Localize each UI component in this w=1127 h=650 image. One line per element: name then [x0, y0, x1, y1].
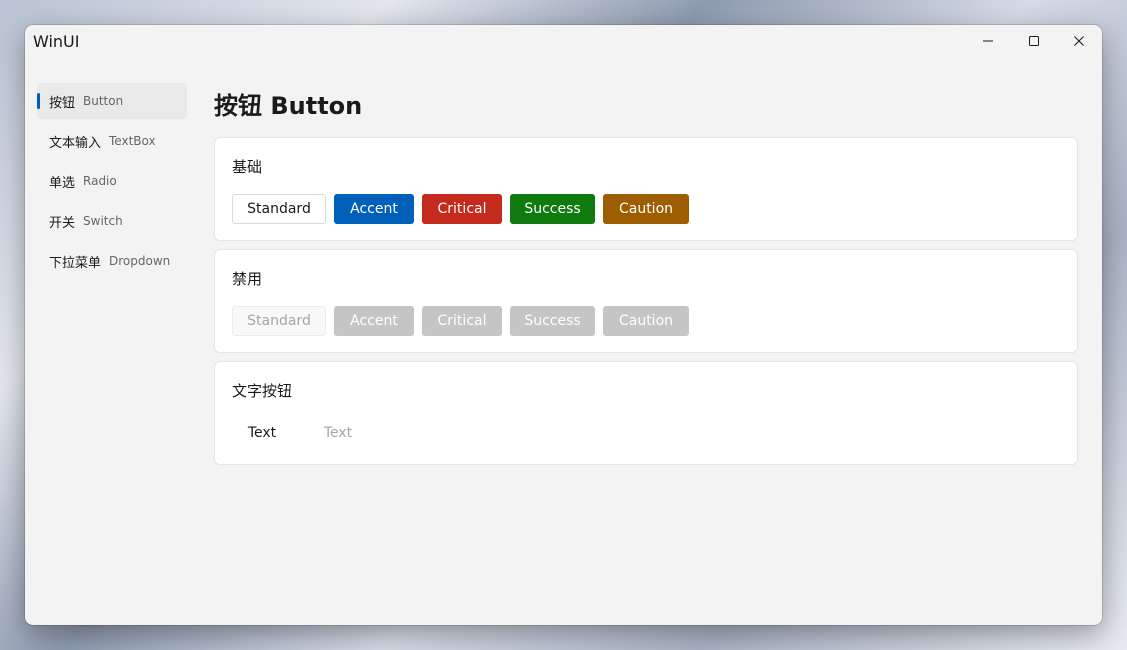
- sidebar: 按钮 Button 文本输入 TextBox 单选 Radio 开关 Switc…: [37, 83, 187, 283]
- sidebar-item-label: 单选: [49, 175, 76, 191]
- close-button[interactable]: [1056, 25, 1102, 57]
- section-title: 文字按钮: [232, 382, 293, 400]
- selection-indicator: [37, 93, 40, 109]
- sidebar-item-sublabel: Button: [83, 94, 124, 108]
- success-button[interactable]: Success: [510, 194, 595, 224]
- button-row: Standard Accent Critical Success Caution: [232, 306, 689, 336]
- sidebar-item-radio[interactable]: 单选 Radio: [37, 163, 187, 199]
- maximize-icon: [1029, 36, 1039, 46]
- minimize-icon: [983, 40, 993, 42]
- critical-button[interactable]: Critical: [422, 194, 502, 224]
- accent-button[interactable]: Accent: [334, 194, 414, 224]
- caution-button-disabled: Caution: [603, 306, 689, 336]
- sidebar-item-button[interactable]: 按钮 Button: [37, 83, 187, 119]
- close-icon: [1074, 36, 1084, 46]
- sidebar-item-sublabel: TextBox: [109, 134, 156, 148]
- sidebar-item-sublabel: Switch: [83, 214, 123, 228]
- critical-button-disabled: Critical: [422, 306, 502, 336]
- text-buttons-card: 文字按钮 Text Text: [214, 361, 1078, 465]
- basic-buttons-card: 基础 Standard Accent Critical Success Caut…: [214, 137, 1078, 241]
- sidebar-item-label: 按钮: [49, 95, 76, 111]
- app-title: WinUI: [33, 32, 80, 51]
- minimize-button[interactable]: [965, 25, 1011, 57]
- main-content: 按钮 Button 基础 Standard Accent Critical Su…: [214, 87, 1078, 465]
- sidebar-item-dropdown[interactable]: 下拉菜单 Dropdown: [37, 243, 187, 279]
- maximize-button[interactable]: [1011, 25, 1057, 57]
- caution-button[interactable]: Caution: [603, 194, 689, 224]
- sidebar-item-textbox[interactable]: 文本输入 TextBox: [37, 123, 187, 159]
- success-button-disabled: Success: [510, 306, 595, 336]
- standard-button-disabled: Standard: [232, 306, 326, 336]
- sidebar-item-sublabel: Radio: [83, 174, 117, 188]
- sidebar-item-sublabel: Dropdown: [109, 254, 171, 268]
- accent-button-disabled: Accent: [334, 306, 414, 336]
- page-title: 按钮 Button: [214, 92, 363, 120]
- text-button[interactable]: Text: [232, 418, 292, 448]
- section-title: 禁用: [232, 270, 263, 288]
- sidebar-item-label: 开关: [49, 215, 76, 231]
- disabled-buttons-card: 禁用 Standard Accent Critical Success Caut…: [214, 249, 1078, 353]
- button-row: Standard Accent Critical Success Caution: [232, 194, 689, 224]
- title-bar[interactable]: WinUI: [25, 25, 1102, 57]
- sidebar-item-label: 文本输入: [49, 135, 102, 151]
- text-button-disabled: Text: [323, 425, 353, 441]
- button-row: Text Text: [232, 418, 368, 448]
- section-title: 基础: [232, 158, 263, 176]
- sidebar-item-switch[interactable]: 开关 Switch: [37, 203, 187, 239]
- standard-button[interactable]: Standard: [232, 194, 326, 224]
- app-window: WinUI 按钮 Button 文本输入 TextBox 单选 Radio 开关…: [25, 25, 1102, 625]
- sidebar-item-label: 下拉菜单: [49, 255, 102, 271]
